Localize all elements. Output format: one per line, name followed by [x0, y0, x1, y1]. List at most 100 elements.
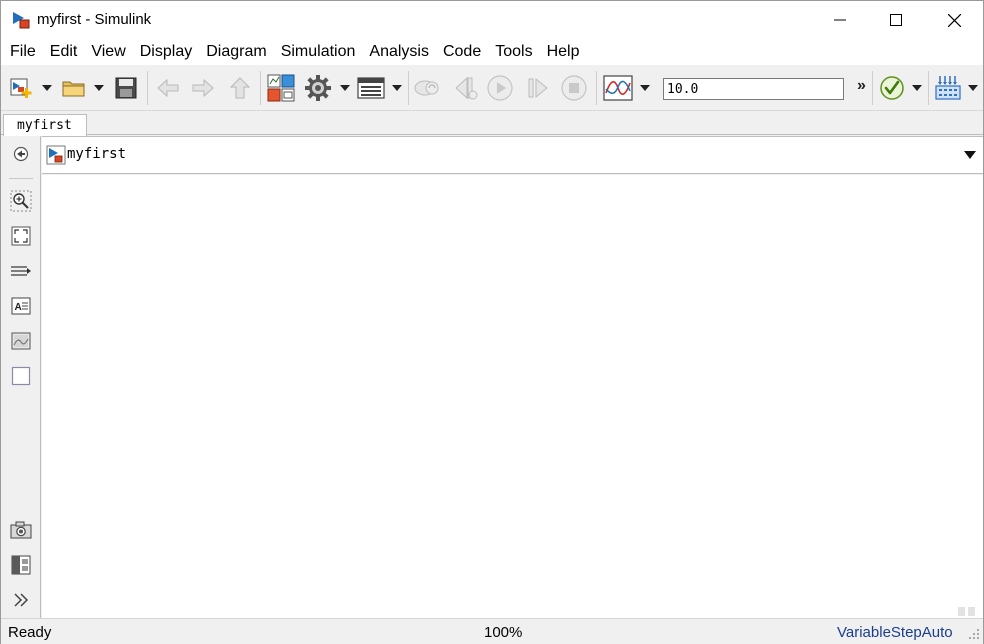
route-lines-button[interactable]	[9, 259, 33, 283]
open-dropdown[interactable]	[91, 73, 107, 103]
status-text: Ready	[8, 624, 52, 641]
up-button[interactable]	[225, 73, 255, 103]
palette-separator	[9, 178, 33, 179]
zoom-in-icon	[10, 190, 32, 212]
menu-view[interactable]: View	[84, 39, 132, 65]
model-tab-bar: myfirst	[1, 111, 983, 136]
toolbar: »	[1, 65, 983, 111]
stop-button[interactable]	[559, 73, 589, 103]
expand-palette-button[interactable]	[9, 588, 33, 612]
breadcrumb-model[interactable]: myfirst	[67, 146, 126, 162]
camera-icon	[10, 521, 32, 539]
menu-analysis[interactable]: Analysis	[362, 39, 436, 65]
record-button[interactable]	[411, 73, 443, 103]
chevron-down-icon	[912, 85, 922, 91]
screenshot-button[interactable]	[9, 518, 33, 542]
close-button[interactable]	[925, 1, 983, 39]
chevron-down-icon	[340, 85, 350, 91]
data-inspector-dropdown[interactable]	[637, 73, 653, 103]
up-arrow-icon	[229, 77, 251, 99]
step-back-button[interactable]	[451, 73, 481, 103]
run-button[interactable]	[485, 73, 515, 103]
hide-show-explorer-button[interactable]	[9, 142, 33, 166]
model-advisor-check-icon	[880, 76, 904, 100]
model-settings-dropdown[interactable]	[337, 73, 353, 103]
annotation-icon: A	[11, 297, 31, 315]
record-step-icon	[414, 80, 439, 96]
toolbar-separator	[928, 71, 929, 105]
chevron-down-icon	[94, 85, 104, 91]
left-palette: A	[1, 136, 41, 618]
double-chevron-right-icon	[14, 593, 29, 607]
step-forward-button[interactable]	[523, 73, 553, 103]
menu-diagram[interactable]: Diagram	[199, 39, 273, 65]
window-title: myfirst - Simulink	[37, 11, 152, 28]
library-browser-button[interactable]	[266, 73, 296, 103]
menu-file[interactable]: File	[3, 39, 43, 65]
menu-tools[interactable]: Tools	[488, 39, 539, 65]
close-icon	[947, 13, 961, 27]
back-arrow-icon	[157, 78, 179, 98]
model-settings-button[interactable]	[303, 73, 333, 103]
zoom-button[interactable]	[9, 189, 33, 213]
simulink-window: myfirst - Simulink File Edit View Displa…	[0, 0, 984, 644]
stop-time-input[interactable]	[663, 78, 844, 100]
build-dropdown[interactable]	[965, 73, 981, 103]
menu-display[interactable]: Display	[133, 39, 199, 65]
menu-code[interactable]: Code	[436, 39, 488, 65]
build-button[interactable]	[933, 73, 963, 103]
back-circle-icon	[13, 146, 29, 162]
step-forward-icon	[528, 77, 548, 99]
menu-simulation[interactable]: Simulation	[274, 39, 363, 65]
forward-button[interactable]	[188, 73, 218, 103]
data-inspector-icon	[603, 75, 633, 101]
area-button[interactable]	[9, 364, 33, 388]
model-explorer-icon	[357, 77, 385, 99]
data-inspector-button[interactable]	[601, 73, 635, 103]
menu-help[interactable]: Help	[540, 39, 587, 65]
toolbar-separator	[596, 71, 597, 105]
chevron-down-icon[interactable]	[964, 151, 976, 159]
model-address-bar: myfirst	[42, 136, 983, 174]
fit-to-view-button[interactable]	[9, 224, 33, 248]
image-icon	[11, 332, 31, 350]
model-explorer-button[interactable]	[355, 73, 387, 103]
model-browser-button[interactable]	[9, 553, 33, 577]
toolbar-separator	[872, 71, 873, 105]
menu-edit[interactable]: Edit	[43, 39, 85, 65]
solver-link[interactable]: VariableStepAuto	[837, 624, 953, 641]
model-canvas[interactable]	[42, 175, 983, 618]
maximize-icon	[890, 14, 902, 26]
chevron-down-icon	[392, 85, 402, 91]
model-advisor-button[interactable]	[877, 73, 907, 103]
zoom-level[interactable]: 100%	[484, 624, 522, 641]
step-back-icon	[455, 76, 478, 100]
maximize-button[interactable]	[867, 1, 925, 39]
svg-text:A: A	[15, 302, 22, 313]
resize-grip-icon[interactable]	[967, 627, 981, 641]
status-bar: Ready 100% VariableStepAuto	[1, 618, 983, 644]
save-button[interactable]	[111, 73, 141, 103]
model-explorer-dropdown[interactable]	[389, 73, 405, 103]
model-advisor-dropdown[interactable]	[909, 73, 925, 103]
back-button[interactable]	[153, 73, 183, 103]
route-lines-icon	[11, 266, 31, 276]
open-button[interactable]	[59, 73, 89, 103]
new-model-dropdown[interactable]	[39, 73, 55, 103]
toolbar-separator	[260, 71, 261, 105]
scroll-grip-icon	[958, 607, 975, 616]
stop-icon	[561, 75, 587, 101]
tab-myfirst[interactable]: myfirst	[3, 114, 87, 136]
minimize-button[interactable]	[811, 1, 869, 39]
chevron-down-icon	[640, 85, 650, 91]
chevron-down-icon	[968, 85, 978, 91]
new-model-button[interactable]	[7, 73, 37, 103]
image-button[interactable]	[9, 329, 33, 353]
toolbar-separator	[147, 71, 148, 105]
new-model-icon	[10, 78, 32, 98]
toolbar-overflow-button[interactable]: »	[857, 77, 866, 95]
model-browser-icon	[11, 555, 31, 575]
fit-to-view-icon	[11, 226, 31, 246]
library-browser-icon	[267, 74, 295, 102]
annotation-button[interactable]: A	[9, 294, 33, 318]
